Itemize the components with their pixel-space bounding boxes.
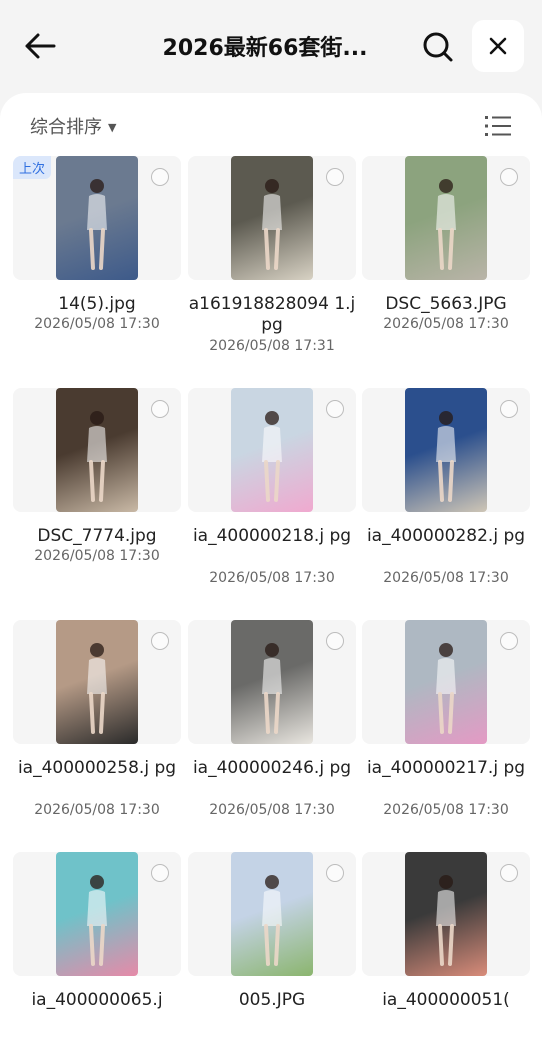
file-name: a161918828094 1.jpg <box>188 294 356 335</box>
select-checkbox[interactable] <box>326 168 344 186</box>
person-figure-icon <box>262 875 282 966</box>
back-button[interactable] <box>22 28 58 64</box>
thumbnail-frame <box>13 852 181 976</box>
file-date: 2026/05/08 17:30 <box>34 316 160 332</box>
photo-thumbnail <box>405 620 487 744</box>
file-date: 2026/05/08 17:30 <box>34 548 160 564</box>
photo-thumbnail <box>405 388 487 512</box>
select-checkbox[interactable] <box>326 864 344 882</box>
select-checkbox[interactable] <box>500 168 518 186</box>
thumbnail-frame <box>188 388 356 512</box>
thumbnail-frame <box>188 156 356 280</box>
list-view-icon <box>485 116 511 136</box>
photo-thumbnail <box>56 388 138 512</box>
photo-thumbnail <box>405 156 487 280</box>
select-checkbox[interactable] <box>326 632 344 650</box>
person-figure-icon <box>87 179 107 270</box>
thumbnail-frame <box>362 620 530 744</box>
person-figure-icon <box>262 179 282 270</box>
file-picker-sheet: 综合排序 ▼ 上次 14(5).jpg 2026/05/08 17:30 a16191… <box>0 93 542 1053</box>
search-button[interactable] <box>420 29 456 65</box>
photo-thumbnail <box>56 852 138 976</box>
file-date: 2026/05/08 17:31 <box>209 338 335 354</box>
photo-thumbnail <box>231 852 313 976</box>
thumbnail-frame <box>13 620 181 744</box>
last-opened-badge: 上次 <box>13 156 52 179</box>
select-checkbox[interactable] <box>151 168 169 186</box>
person-figure-icon <box>87 875 107 966</box>
person-figure-icon <box>262 643 282 734</box>
search-icon <box>423 32 453 62</box>
person-figure-icon <box>87 643 107 734</box>
file-name: ia_400000217.j pg <box>366 758 526 778</box>
page-title: 2026最新66套街... <box>162 36 368 61</box>
person-figure-icon <box>87 411 107 502</box>
thumbnail-frame <box>188 852 356 976</box>
file-name: DSC_7774.jpg <box>37 526 157 546</box>
file-date: 2026/05/08 17:30 <box>209 802 335 818</box>
photo-thumbnail <box>231 620 313 744</box>
photo-thumbnail <box>405 852 487 976</box>
person-figure-icon <box>436 411 456 502</box>
thumbnail-frame <box>362 388 530 512</box>
file-name: ia_400000258.j pg <box>17 758 177 778</box>
person-figure-icon <box>436 179 456 270</box>
file-name: ia_400000282.j pg <box>366 526 526 546</box>
sort-label: 综合排序 <box>30 117 102 138</box>
caret-down-icon: ▼ <box>108 120 117 134</box>
file-name: 005.JPG <box>238 990 306 1010</box>
select-checkbox[interactable] <box>500 632 518 650</box>
thumbnail-frame <box>362 156 530 280</box>
file-name: 14(5).jpg <box>58 294 136 314</box>
thumbnail-frame <box>188 620 356 744</box>
select-checkbox[interactable] <box>326 400 344 418</box>
thumbnail-frame: 上次 <box>13 156 181 280</box>
thumbnail-frame <box>362 852 530 976</box>
select-checkbox[interactable] <box>500 400 518 418</box>
person-figure-icon <box>436 643 456 734</box>
file-name: ia_400000246.j pg <box>192 758 352 778</box>
file-date: 2026/05/08 17:30 <box>383 570 509 586</box>
close-button[interactable] <box>472 20 524 72</box>
select-checkbox[interactable] <box>151 400 169 418</box>
photo-thumbnail <box>231 156 313 280</box>
file-date: 2026/05/08 17:30 <box>34 802 160 818</box>
file-date: 2026/05/08 17:30 <box>383 316 509 332</box>
list-view-toggle[interactable] <box>484 113 512 139</box>
photo-thumbnail <box>231 388 313 512</box>
select-checkbox[interactable] <box>500 864 518 882</box>
select-checkbox[interactable] <box>151 864 169 882</box>
file-date: 2026/05/08 17:30 <box>383 802 509 818</box>
file-name: ia_400000218.j pg <box>192 526 352 546</box>
file-name: DSC_5663.JPG <box>385 294 507 314</box>
select-checkbox[interactable] <box>151 632 169 650</box>
person-figure-icon <box>436 875 456 966</box>
photo-thumbnail <box>56 620 138 744</box>
top-bar: 2026最新66套街... <box>0 0 542 95</box>
close-icon <box>489 37 507 55</box>
back-arrow-icon <box>25 33 56 59</box>
person-figure-icon <box>262 411 282 502</box>
thumbnail-frame <box>13 388 181 512</box>
file-date: 2026/05/08 17:30 <box>209 570 335 586</box>
sort-dropdown[interactable]: 综合排序 ▼ <box>30 113 116 139</box>
file-name: ia_400000065.j <box>31 990 163 1010</box>
photo-thumbnail <box>56 156 138 280</box>
file-name: ia_400000051( <box>382 990 510 1010</box>
